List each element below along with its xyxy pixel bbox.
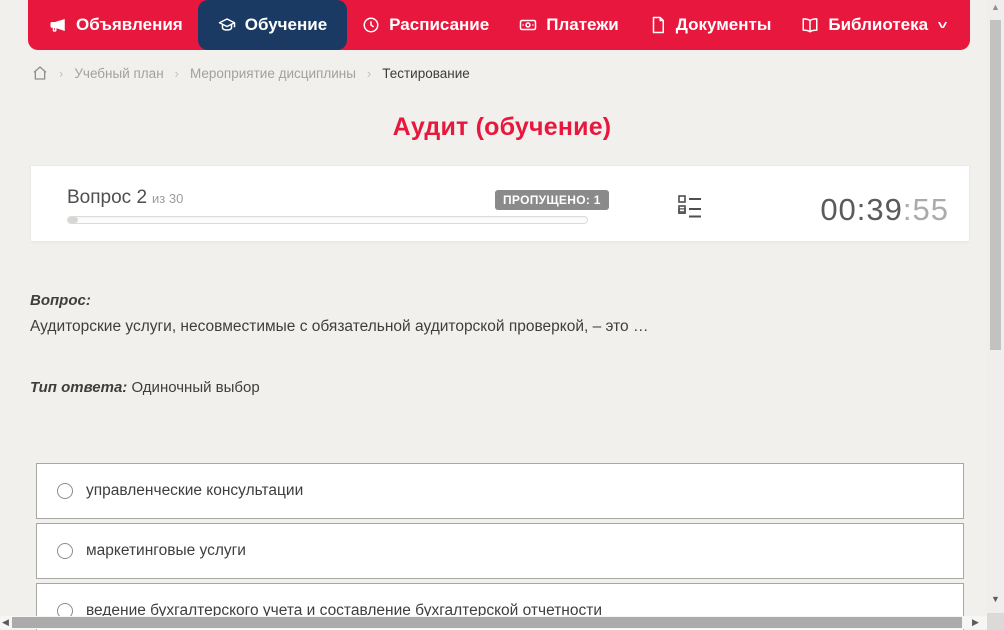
banknote-icon (519, 16, 537, 34)
chevron-down-icon: ˅ (937, 18, 948, 32)
question-text: Аудиторские услуги, несовместимые с обяз… (30, 318, 649, 335)
question-progress-bar (67, 216, 588, 224)
question-progress-fill (68, 217, 79, 223)
timer-minutes: 00:39 (820, 192, 903, 227)
nav-item-documents[interactable]: Документы (634, 0, 787, 50)
nav-item-label: Документы (675, 15, 772, 34)
nav-item-schedule[interactable]: Расписание (347, 0, 504, 50)
breadcrumb: › Учебный план › Мероприятие дисциплины … (32, 63, 470, 83)
countdown-timer: 00:39:55 (820, 192, 949, 228)
question-total-label: из 30 (152, 191, 184, 206)
nav-item-payments[interactable]: Платежи (504, 0, 634, 50)
vertical-scrollbar[interactable]: ▲ ▼ (987, 0, 1004, 630)
answer-type-row: Тип ответа: Одиночный выбор (30, 379, 260, 396)
nav-item-library[interactable]: Библиотека ˅ (786, 0, 961, 50)
breadcrumb-separator: › (59, 65, 64, 81)
breadcrumb-discipline-event[interactable]: Мероприятие дисциплины (190, 66, 356, 81)
question-header-card: Вопрос 2 из 30 ПРОПУЩЕНО: 1 00:39:55 (30, 165, 970, 242)
scroll-right-arrow-icon[interactable]: ▶ (972, 616, 979, 629)
breadcrumb-separator: › (174, 65, 179, 81)
nav-item-label: Расписание (389, 15, 490, 34)
question-number: Вопрос 2 из 30 (67, 187, 183, 209)
clock-icon (362, 16, 380, 34)
vertical-scrollbar-thumb[interactable] (990, 20, 1001, 350)
breadcrumb-study-plan[interactable]: Учебный план (74, 66, 163, 81)
nav-item-label: Объявления (76, 15, 183, 34)
nav-item-label: Платежи (546, 15, 619, 34)
nav-item-label: Обучение (244, 15, 328, 34)
answer-option-1[interactable]: управленческие консультации (36, 463, 964, 519)
home-icon[interactable] (32, 65, 48, 81)
skipped-badge: ПРОПУЩЕНО: 1 (495, 190, 609, 210)
answer-type-label: Тип ответа: (30, 379, 128, 396)
breadcrumb-testing: Тестирование (382, 65, 470, 81)
graduation-cap-icon (218, 16, 236, 34)
scrollbar-corner (987, 613, 1004, 630)
nav-item-learning[interactable]: Обучение (197, 0, 348, 50)
answer-type-value: Одиночный выбор (131, 379, 260, 396)
nav-item-label: Библиотека (828, 15, 929, 34)
document-icon (649, 16, 667, 34)
question-number-label: Вопрос 2 (67, 187, 148, 208)
questions-list-icon[interactable] (676, 192, 704, 220)
horizontal-scrollbar[interactable]: ◀ ▶ (0, 616, 987, 629)
book-icon (801, 16, 819, 34)
answer-option-2[interactable]: маркетинговые услуги (36, 523, 964, 579)
main-navigation: Объявления Обучение Расписание Платежи Д… (28, 0, 970, 50)
radio-button-icon[interactable] (57, 483, 73, 499)
question-label: Вопрос: (30, 292, 91, 309)
megaphone-icon (49, 16, 67, 34)
page-title: Аудит (обучение) (392, 113, 612, 141)
timer-seconds: :55 (902, 192, 949, 227)
radio-button-icon[interactable] (57, 543, 73, 559)
answer-option-label: маркетинговые услуги (86, 542, 246, 559)
nav-item-announcements[interactable]: Объявления (34, 0, 198, 50)
scroll-left-arrow-icon[interactable]: ◀ (2, 616, 9, 629)
scroll-up-arrow-icon[interactable]: ▲ (987, 0, 1004, 14)
answer-option-label: управленческие консультации (86, 482, 304, 499)
breadcrumb-separator: › (366, 65, 372, 81)
horizontal-scrollbar-thumb[interactable] (12, 617, 962, 628)
scroll-down-arrow-icon[interactable]: ▼ (987, 592, 1004, 606)
